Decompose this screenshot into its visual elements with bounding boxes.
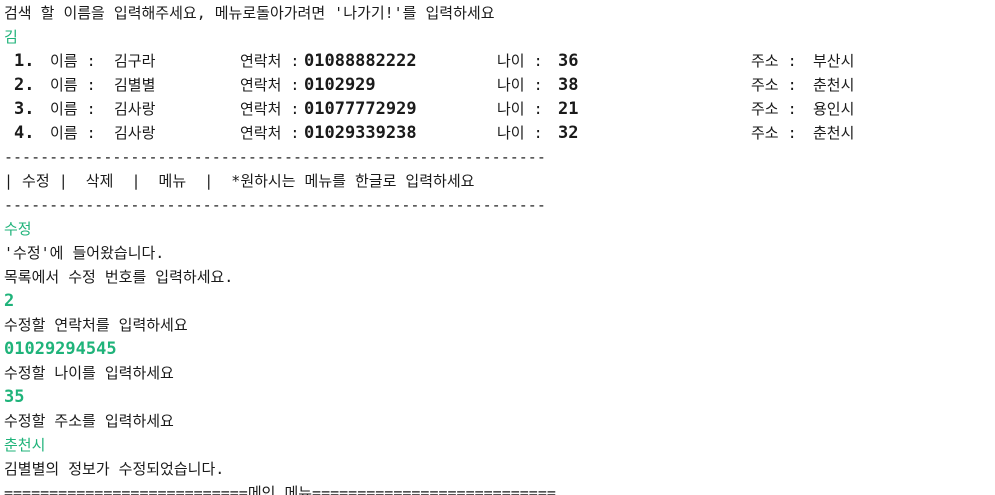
age-prompt: 수정할 나이를 입력하세요 xyxy=(4,364,174,382)
name-value: 김별별 xyxy=(114,76,156,94)
result-row: 3. 이름 : 김사랑 연락처 :01077772929 나이 : 21 주소 : 용인시 xyxy=(4,97,989,121)
age-label: 나이 : xyxy=(497,100,543,118)
search-input-echo: 김 xyxy=(4,28,18,46)
address-label: 주소 : xyxy=(751,100,797,118)
name-value: 김구라 xyxy=(114,52,156,70)
row-number: 2. xyxy=(14,75,35,95)
result-row: 2. 이름 : 김별별 연락처 :0102929 나이 : 38 주소 : 춘천시 xyxy=(4,73,989,97)
address-label: 주소 : xyxy=(751,76,797,94)
address-prompt: 수정할 주소를 입력하세요 xyxy=(4,412,174,430)
edit-entered-message: '수정'에 들어왔습니다. xyxy=(4,244,165,262)
name-value: 김사랑 xyxy=(114,124,156,142)
name-label: 이름 : xyxy=(50,100,96,118)
age-label: 나이 : xyxy=(497,52,543,70)
contact-prompt: 수정할 연락처를 입력하세요 xyxy=(4,316,188,334)
contact-value: 01077772929 xyxy=(304,99,417,119)
result-row: 4. 이름 : 김사랑 연락처 :01029339238 나이 : 32 주소 : 춘천시 xyxy=(4,121,989,145)
name-label: 이름 : xyxy=(50,76,96,94)
address-value: 용인시 xyxy=(813,100,855,118)
menu-input-echo: 수정 xyxy=(4,220,32,238)
name-value: 김사랑 xyxy=(114,100,156,118)
age-input-echo: 35 xyxy=(4,387,25,407)
contact-label: 연락처 : xyxy=(240,124,300,142)
search-prompt: 검색 할 이름을 입력해주세요, 메뉴로돌아가려면 '나가기!'를 입력하세요 xyxy=(4,4,495,22)
contact-value: 01088882222 xyxy=(304,51,417,71)
separator-line-top: ----------------------------------------… xyxy=(4,148,546,166)
age-value: 32 xyxy=(558,123,579,143)
age-label: 나이 : xyxy=(497,76,543,94)
address-label: 주소 : xyxy=(751,124,797,142)
number-prompt: 목록에서 수정 번호를 입력하세요. xyxy=(4,268,234,286)
contact-label: 연락처 : xyxy=(240,76,300,94)
contact-label: 연락처 : xyxy=(240,100,300,118)
contact-value: 01029339238 xyxy=(304,123,417,143)
update-done-message: 김별별의 정보가 수정되었습니다. xyxy=(4,460,225,478)
number-input-echo: 2 xyxy=(4,291,15,311)
address-value: 춘천시 xyxy=(813,124,855,142)
address-value: 부산시 xyxy=(813,52,855,70)
age-value: 36 xyxy=(558,51,579,71)
menu-bar: | 수정 | 삭제 | 메뉴 | *원하시는 메뉴를 한글로 입력하세요 xyxy=(4,172,475,190)
address-label: 주소 : xyxy=(751,52,797,70)
address-input-echo: 춘천시 xyxy=(4,436,46,454)
address-value: 춘천시 xyxy=(813,76,855,94)
console-output: 검색 할 이름을 입력해주세요, 메뉴로돌아가려면 '나가기!'를 입력하세요 … xyxy=(4,1,989,495)
row-number: 3. xyxy=(14,99,35,119)
age-value: 21 xyxy=(558,99,579,119)
row-number: 1. xyxy=(14,51,35,71)
main-menu-footer: ===========================메인 메뉴========… xyxy=(4,484,556,495)
contact-input-echo: 01029294545 xyxy=(4,339,117,359)
age-value: 38 xyxy=(558,75,579,95)
name-label: 이름 : xyxy=(50,52,96,70)
row-number: 4. xyxy=(14,123,35,143)
name-label: 이름 : xyxy=(50,124,96,142)
separator-line-bottom: ----------------------------------------… xyxy=(4,196,546,214)
contact-label: 연락처 : xyxy=(240,52,300,70)
contact-value: 0102929 xyxy=(304,75,376,95)
result-row: 1. 이름 : 김구라 연락처 :01088882222 나이 : 36 주소 : 부산시 xyxy=(4,49,989,73)
age-label: 나이 : xyxy=(497,124,543,142)
